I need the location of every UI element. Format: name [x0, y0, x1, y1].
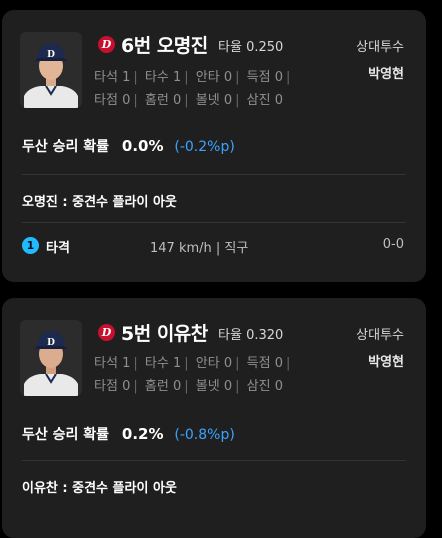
stats-row: 타석 1 | 타수 1 | 안타 0 | 득점 0 |: [94, 356, 291, 371]
team-logo-icon: D: [98, 36, 115, 53]
divider: [22, 222, 406, 223]
win-prob-delta: (-0.2%p): [174, 139, 235, 155]
team-logo-icon: D: [98, 324, 115, 341]
stats-row: 타점 0 | 홈런 0 | 볼넷 0 | 삼진 0: [94, 93, 283, 108]
pitch-count: 0-0: [382, 237, 404, 252]
win-prob-label: 두산 승리 확률: [22, 427, 110, 443]
win-prob-label: 두산 승리 확률: [22, 139, 110, 155]
pitch-number-badge: 1: [22, 237, 39, 254]
opponent-pitcher-label: 상대투수: [356, 40, 404, 55]
play-card-1: D D 6번 오명진 타율 0.250 상대투수 박영현 타석 1 | 타수 1 |…: [2, 10, 426, 282]
player-photo: D: [20, 320, 82, 396]
batting-average: 타율 0.250: [218, 36, 283, 55]
avg-value: 0.250: [246, 40, 284, 55]
svg-text:D: D: [47, 338, 55, 348]
player-photo: D: [20, 32, 82, 108]
win-probability: 두산 승리 확률 0.0% (-0.2%p): [22, 136, 235, 156]
win-probability: 두산 승리 확률 0.2% (-0.8%p): [22, 424, 235, 444]
win-prob-value: 0.2%: [121, 425, 164, 443]
avg-value: 0.320: [246, 328, 284, 343]
pitch-detail: 147 km/h | 직구: [150, 241, 249, 256]
play-card-2: D D 5번 이유찬 타율 0.320 상대투수 박영현 타석 1 | 타수 1 |…: [2, 298, 426, 538]
win-prob-delta: (-0.8%p): [174, 427, 235, 443]
win-prob-value: 0.0%: [121, 137, 164, 155]
play-result: 이유찬 : 중견수 플라이 아웃: [22, 481, 177, 496]
opponent-pitcher-label: 상대투수: [356, 328, 404, 343]
svg-text:D: D: [47, 50, 55, 60]
avg-label: 타율: [218, 40, 242, 55]
opponent-pitcher-name: 박영현: [368, 355, 404, 370]
divider: [22, 174, 406, 175]
stats-row: 타점 0 | 홈런 0 | 볼넷 0 | 삼진 0: [94, 379, 283, 394]
opponent-pitcher-name: 박영현: [368, 67, 404, 82]
pitch-label: 타격: [46, 241, 70, 256]
player-name: 6번 오명진: [121, 35, 208, 57]
stats-row: 타석 1 | 타수 1 | 안타 0 | 득점 0 |: [94, 70, 291, 85]
avg-label: 타율: [218, 328, 242, 343]
player-name: 5번 이유찬: [121, 323, 208, 345]
divider: [22, 460, 406, 461]
play-result: 오명진 : 중견수 플라이 아웃: [22, 195, 177, 210]
batting-average: 타율 0.320: [218, 324, 283, 343]
